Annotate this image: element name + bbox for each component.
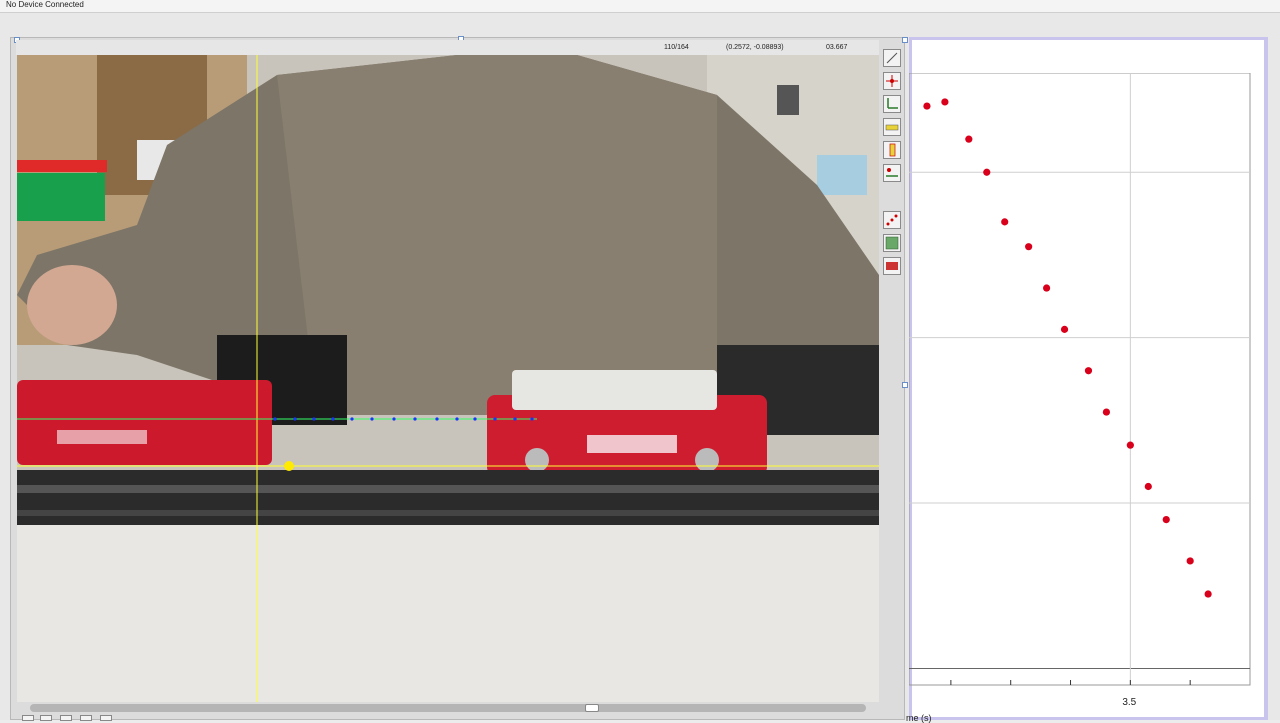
axes-icon: [887, 98, 898, 109]
tool-ruler[interactable]: [883, 118, 901, 136]
playback-button[interactable]: [40, 715, 52, 721]
data-point[interactable]: [1102, 408, 1111, 416]
data-point[interactable]: [1084, 367, 1093, 375]
video-info-bar: 110/164 (0.2572, -0.08893) 03.667: [16, 40, 879, 55]
track-point: [473, 417, 477, 421]
playback-button[interactable]: [22, 715, 34, 721]
x-axis-label: me (s): [906, 713, 932, 723]
origin-marker[interactable]: [284, 461, 294, 471]
track-point: [493, 417, 497, 421]
cart-right-top: [512, 370, 717, 410]
vertical-ruler-icon: [889, 143, 896, 157]
tool-bar-table[interactable]: [883, 234, 901, 252]
scatter-points-icon: [886, 214, 898, 226]
playback-button[interactable]: [60, 715, 72, 721]
tool-track-points[interactable]: [883, 164, 901, 182]
data-point[interactable]: [1060, 325, 1069, 333]
data-point[interactable]: [941, 98, 949, 106]
data-point[interactable]: [1126, 441, 1134, 449]
table: [17, 525, 879, 702]
track-point: [513, 417, 517, 421]
device-status: No Device Connected: [6, 0, 84, 9]
track-point: [273, 417, 277, 421]
tool-scatter[interactable]: [883, 211, 901, 229]
cart-right-logo: [587, 435, 677, 453]
track-point: [413, 417, 417, 421]
track-point: [435, 417, 439, 421]
ruler-icon: [885, 124, 899, 131]
tool-xy-data[interactable]: [883, 257, 901, 275]
cart-wheel: [695, 448, 719, 472]
red-box: [17, 160, 107, 172]
track-point: [312, 417, 316, 421]
coordinate-readout: (0.2572, -0.08893): [726, 44, 784, 51]
track-points-icon: [886, 168, 898, 177]
cart-left-logo: [57, 430, 147, 444]
track-point: [370, 417, 374, 421]
track-point: [293, 417, 297, 421]
data-point[interactable]: [1025, 243, 1033, 251]
cart-left: [17, 380, 272, 465]
hand: [27, 265, 117, 345]
video-frame[interactable]: [17, 55, 879, 702]
video-scene: [17, 55, 879, 702]
playback-controls: [22, 715, 142, 721]
track-point: [350, 417, 354, 421]
tool-calibration[interactable]: [883, 49, 901, 67]
timeline-scrollbar[interactable]: [30, 704, 866, 712]
track-point: [392, 417, 396, 421]
calibration-line-icon: [886, 52, 898, 64]
frame-counter: 110/164: [664, 44, 689, 51]
timeline-thumb[interactable]: [585, 704, 599, 712]
tracking-toolbar: [880, 46, 904, 286]
track: [17, 470, 879, 525]
bar-table-icon: [885, 236, 899, 250]
track-rail: [17, 510, 879, 516]
resize-handle-right[interactable]: [902, 382, 908, 388]
desk-items: [817, 155, 867, 195]
data-point[interactable]: [1162, 515, 1170, 524]
xy-data-icon: [886, 262, 898, 270]
green-box: [17, 173, 105, 221]
status-bar: No Device Connected: [0, 0, 1280, 13]
graph-resize-handle[interactable]: [902, 37, 908, 43]
data-point[interactable]: [1204, 590, 1212, 598]
data-point[interactable]: [1042, 284, 1051, 292]
track-point: [331, 417, 335, 421]
position-time-graph[interactable]: [909, 73, 1252, 687]
data-point[interactable]: [1001, 218, 1009, 226]
playback-button[interactable]: [100, 715, 112, 721]
data-point[interactable]: [1144, 482, 1152, 491]
plot-border: [909, 73, 1251, 686]
track-point: [455, 417, 459, 421]
tool-origin[interactable]: [883, 72, 901, 90]
track-point: [530, 417, 534, 421]
frame-photo: [777, 85, 799, 115]
playback-button[interactable]: [80, 715, 92, 721]
tool-vertical-ruler[interactable]: [883, 141, 901, 159]
track-rail: [17, 485, 879, 493]
x-tick-label: 3.5: [1122, 697, 1137, 708]
cart-wheel: [525, 448, 549, 472]
data-point[interactable]: [983, 168, 991, 176]
data-point[interactable]: [923, 102, 931, 110]
data-point[interactable]: [1186, 557, 1194, 565]
tool-axes[interactable]: [883, 95, 901, 113]
origin-crosshair-icon: [886, 75, 898, 87]
time-readout: 03.667: [826, 44, 848, 51]
data-point[interactable]: [965, 135, 973, 143]
